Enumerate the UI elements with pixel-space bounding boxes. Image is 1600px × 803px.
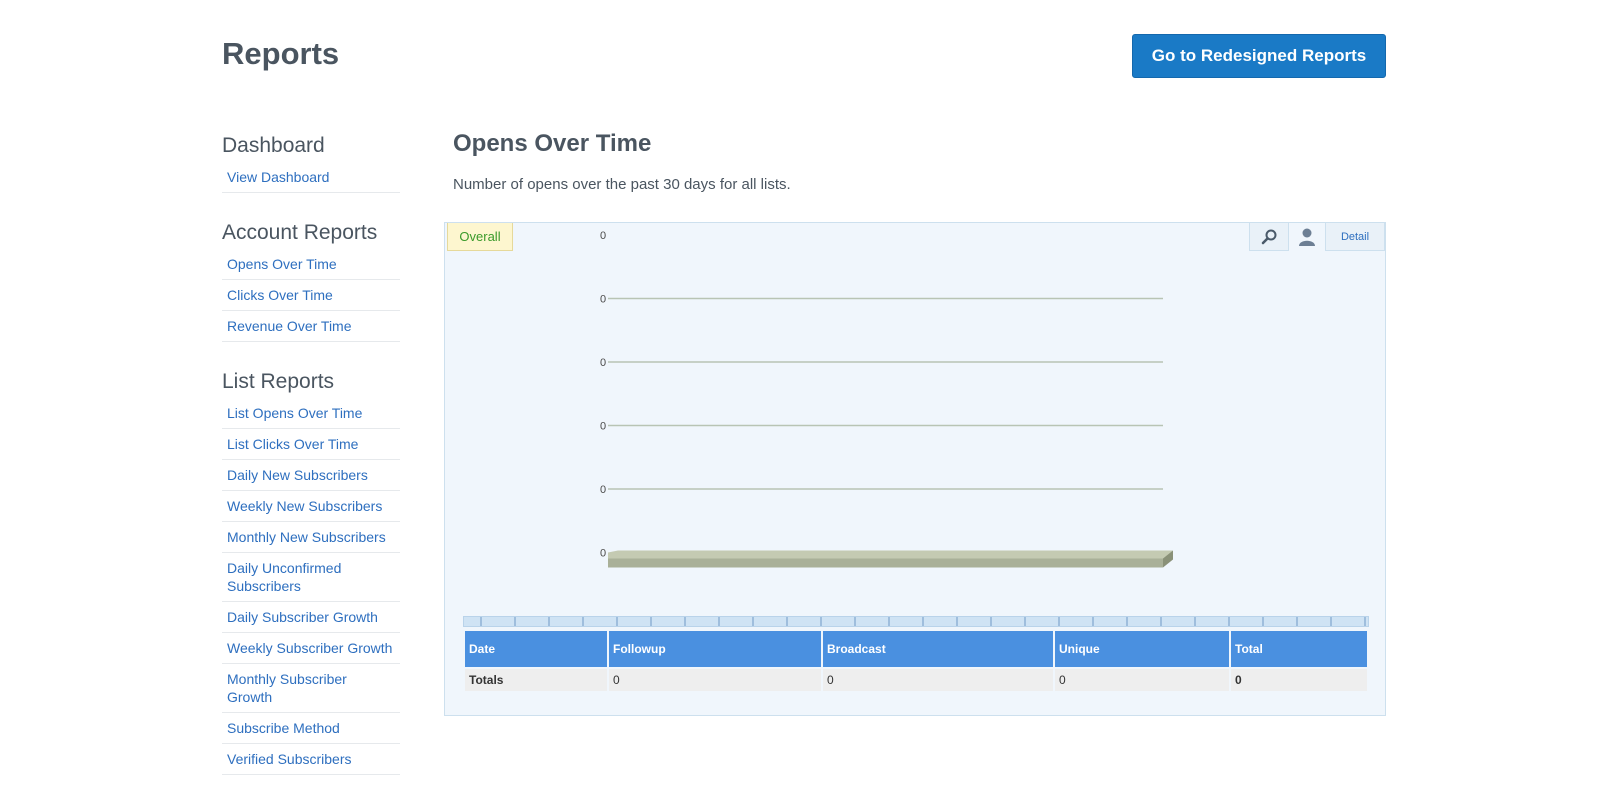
sidebar-link-clicks-over-time[interactable]: Clicks Over Time bbox=[222, 280, 400, 311]
sidebar-link-daily-subscriber-growth[interactable]: Daily Subscriber Growth bbox=[222, 602, 400, 633]
column-header-date: Date bbox=[465, 631, 607, 667]
sidebar: Dashboard View Dashboard Account Reports… bbox=[222, 130, 400, 803]
report-description: Number of opens over the past 30 days fo… bbox=[453, 176, 791, 193]
sidebar-heading: Dashboard bbox=[222, 134, 325, 157]
data-table-wrapper: Date Followup Broadcast Unique Total Tot… bbox=[463, 616, 1369, 693]
y-tick-label: 0 bbox=[600, 421, 606, 433]
table-header-row: Date Followup Broadcast Unique Total bbox=[465, 631, 1367, 667]
sidebar-link-subscribe-method[interactable]: Subscribe Method bbox=[222, 713, 400, 744]
sidebar-link-daily-new-subscribers[interactable]: Daily New Subscribers bbox=[222, 460, 400, 491]
table-row: Totals 0 0 0 0 bbox=[465, 669, 1367, 691]
magnifier-icon bbox=[1261, 229, 1277, 244]
sidebar-link-weekly-subscriber-growth[interactable]: Weekly Subscriber Growth bbox=[222, 633, 400, 664]
column-header-total: Total bbox=[1231, 631, 1367, 667]
table-cell: 0 bbox=[823, 669, 1053, 691]
opens-chart: 0 0 0 0 0 0 bbox=[600, 230, 1173, 568]
zoom-button[interactable] bbox=[1249, 223, 1289, 251]
resize-handle[interactable] bbox=[463, 616, 1369, 627]
tab-detail-label: Detail bbox=[1340, 230, 1370, 243]
sidebar-heading: List Reports bbox=[222, 370, 335, 393]
sidebar-link-weekly-new-subscribers[interactable]: Weekly New Subscribers bbox=[222, 491, 400, 522]
column-header-broadcast: Broadcast bbox=[823, 631, 1053, 667]
y-tick-label: 0 bbox=[600, 294, 606, 306]
sidebar-section-dashboard: Dashboard View Dashboard bbox=[222, 134, 400, 193]
sidebar-heading: Account Reports bbox=[222, 221, 378, 244]
opens-table: Date Followup Broadcast Unique Total Tot… bbox=[463, 629, 1369, 693]
tab-detail[interactable]: Detail bbox=[1325, 223, 1385, 251]
table-cell: 0 bbox=[609, 669, 821, 691]
user-button[interactable] bbox=[1289, 223, 1325, 251]
column-header-followup: Followup bbox=[609, 631, 821, 667]
chart-panel: 000000 Overall Detail Date Followup Broa… bbox=[444, 222, 1386, 716]
y-tick-label: 0 bbox=[600, 230, 606, 242]
sidebar-link-list-opens[interactable]: List Opens Over Time bbox=[222, 398, 400, 429]
y-tick-label: 0 bbox=[600, 548, 606, 560]
table-cell: 0 bbox=[1231, 669, 1367, 691]
go-to-redesigned-reports-button[interactable]: Go to Redesigned Reports bbox=[1132, 34, 1386, 78]
tab-overall[interactable]: Overall bbox=[447, 223, 513, 251]
chart-bar bbox=[608, 558, 1163, 568]
sidebar-link-revenue-over-time[interactable]: Revenue Over Time bbox=[222, 311, 400, 342]
y-tick-label: 0 bbox=[600, 484, 606, 496]
user-icon bbox=[1299, 228, 1315, 246]
sidebar-link-daily-unconfirmed-subscribers[interactable]: Daily Unconfirmed Subscribers bbox=[222, 553, 400, 602]
table-cell: Totals bbox=[465, 669, 607, 691]
table-cell: 0 bbox=[1055, 669, 1229, 691]
sidebar-link-monthly-new-subscribers[interactable]: Monthly New Subscribers bbox=[222, 522, 400, 553]
sidebar-section-list-reports: List Reports List Opens Over Time List C… bbox=[222, 370, 400, 775]
sidebar-section-account-reports: Account Reports Opens Over Time Clicks O… bbox=[222, 221, 400, 342]
sidebar-link-monthly-subscriber-growth[interactable]: Monthly Subscriber Growth bbox=[222, 664, 400, 713]
sidebar-link-list-clicks[interactable]: List Clicks Over Time bbox=[222, 429, 400, 460]
y-tick-label: 0 bbox=[600, 357, 606, 369]
sidebar-link-view-dashboard[interactable]: View Dashboard bbox=[222, 162, 400, 193]
sidebar-link-opens-over-time[interactable]: Opens Over Time bbox=[222, 249, 400, 280]
page-title: Reports bbox=[222, 36, 340, 71]
report-title: Opens Over Time bbox=[453, 130, 652, 157]
column-header-unique: Unique bbox=[1055, 631, 1229, 667]
